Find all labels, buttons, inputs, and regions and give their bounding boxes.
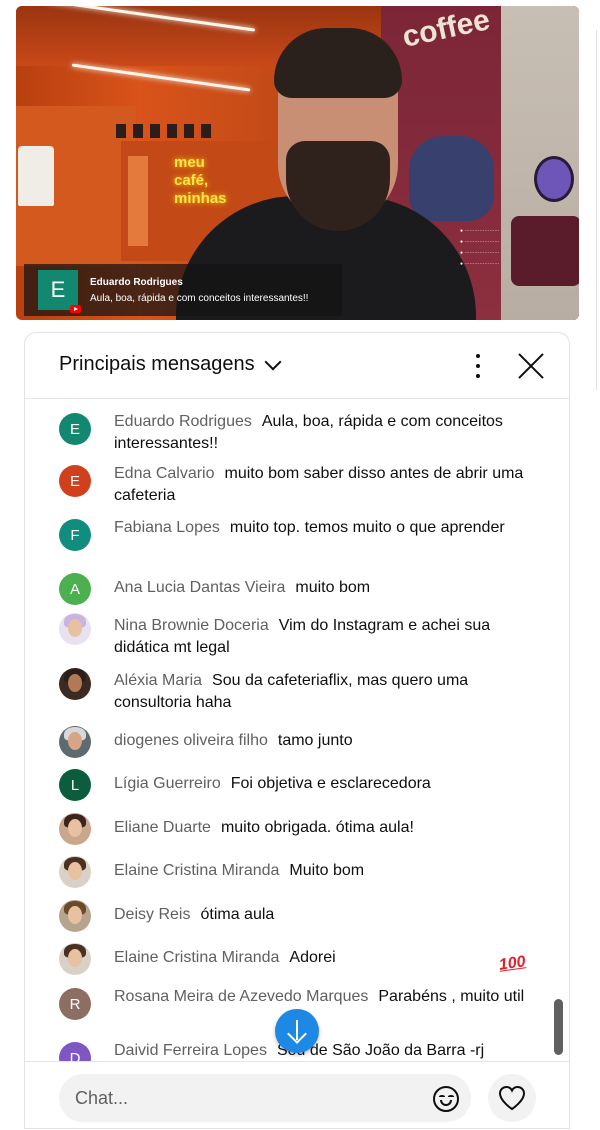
message-text: ótima aula	[200, 906, 275, 923]
message-author[interactable]: Eliane Duarte	[114, 819, 211, 836]
youtube-icon	[70, 305, 81, 313]
heart-icon	[498, 1085, 526, 1111]
chat-mode-dropdown[interactable]: Principais mensagens	[59, 353, 282, 376]
message-author[interactable]: Ana Lucia Dantas Vieira	[114, 579, 285, 596]
chat-input-bar	[25, 1061, 569, 1130]
message-list[interactable]: E Eduardo Rodrigues Aula, boa, rápida e c…	[25, 401, 569, 1061]
mural-cat	[409, 136, 494, 221]
scroll-to-bottom-button[interactable]	[275, 1009, 319, 1053]
avatar[interactable]: D	[59, 1042, 91, 1061]
list-item: E Eduardo Rodrigues Aula, boa, rápida e c…	[59, 411, 529, 455]
scrollbar[interactable]	[554, 999, 563, 1055]
overlay-message: Aula, boa, rápida e com conceitos intere…	[90, 292, 309, 304]
message-text: Foi objetiva e esclarecedora	[230, 775, 431, 792]
list-item: F Fabiana Lopes muito top. temos muito o …	[59, 517, 529, 551]
message-text: Parabéns , muito util	[378, 988, 525, 1005]
avatar[interactable]: E	[59, 413, 91, 445]
ceiling-light	[71, 63, 251, 92]
message-text: muito bom	[295, 579, 371, 596]
mural-bulb	[534, 156, 574, 202]
chat-input[interactable]	[59, 1074, 471, 1122]
message-text: Adorei	[289, 949, 336, 966]
message-author[interactable]: Elaine Cristina Miranda	[114, 949, 279, 966]
list-item: diogenes oliveira filho tamo junto	[59, 726, 529, 758]
more-options-icon[interactable]	[468, 354, 488, 378]
list-item: L Lígia Guerreiro Foi objetiva e esclarec…	[59, 769, 529, 801]
message-author[interactable]: Deisy Reis	[114, 906, 190, 923]
list-item: Aléxia Maria Sou da cafeteriaflix, mas qu…	[59, 668, 529, 714]
neon-sign: meu café, minhas	[174, 154, 227, 207]
wall-pictures	[116, 124, 211, 138]
avatar[interactable]	[59, 900, 91, 932]
chat-mode-label: Principais mensagens	[59, 353, 255, 375]
avatar[interactable]	[59, 668, 91, 700]
message-author[interactable]: diogenes oliveira filho	[114, 732, 268, 749]
list-item: Elaine Cristina Miranda Adorei	[59, 943, 529, 975]
message-text: Muito bom	[289, 862, 365, 879]
message-author[interactable]: Edna Calvario	[114, 465, 215, 482]
list-item: Elaine Cristina Miranda Muito bom	[59, 856, 529, 888]
message-text: muito obrigada. ótima aula!	[220, 819, 414, 836]
divider	[596, 30, 597, 390]
heart-button[interactable]	[488, 1074, 536, 1122]
chat-header: Principais mensagens	[25, 333, 569, 399]
avatar[interactable]: R	[59, 988, 91, 1020]
list-item: E Edna Calvario muito bom saber disso ant…	[59, 463, 529, 507]
message-author[interactable]: Fabiana Lopes	[114, 519, 220, 536]
overlay-author: Eduardo Rodrigues	[90, 276, 183, 288]
list-item: A Ana Lucia Dantas Vieira muito bom	[59, 573, 529, 605]
avatar[interactable]: F	[59, 519, 91, 551]
message-author[interactable]: Lígia Guerreiro	[114, 775, 221, 792]
avatar[interactable]	[59, 613, 91, 645]
live-chat-panel: Principais mensagens E Eduardo Rodrigues…	[24, 332, 570, 1129]
message-author[interactable]: Aléxia Maria	[114, 672, 202, 689]
avatar[interactable]	[59, 856, 91, 888]
avatar[interactable]: E	[59, 465, 91, 497]
list-item: Eliane Duarte muito obrigada. ótima aula!	[59, 813, 529, 845]
message-author[interactable]: Daivid Ferreira Lopes	[114, 1042, 267, 1059]
avatar[interactable]	[59, 943, 91, 975]
avatar[interactable]: A	[59, 573, 91, 605]
live-video-player[interactable]: meu café, minhas coffee ● ··············…	[16, 6, 579, 320]
message-text: tamo junto	[277, 732, 353, 749]
message-author[interactable]: Nina Brownie Doceria	[114, 617, 269, 634]
highlighted-message-overlay: E Eduardo Rodrigues Aula, boa, rápida e …	[24, 264, 342, 316]
door	[128, 156, 148, 246]
in-video-chat-overlay: ● ····················· ● ··············…	[460, 228, 500, 267]
chevron-down-icon	[264, 353, 282, 370]
hundred-points-emoji: 100	[497, 953, 527, 974]
message-author[interactable]: Elaine Cristina Miranda	[114, 862, 279, 879]
list-item: Nina Brownie Doceria Vim do Instagram e a…	[59, 613, 529, 659]
message-author[interactable]: Eduardo Rodrigues	[114, 413, 252, 430]
list-item: Deisy Reis ótima aula	[59, 900, 529, 932]
tshirt	[18, 146, 54, 206]
overlay-avatar: E	[38, 270, 81, 313]
message-author[interactable]: Rosana Meira de Azevedo Marques	[114, 988, 368, 1005]
message-text: muito top. temos muito o que aprender	[229, 519, 505, 536]
avatar[interactable]: L	[59, 769, 91, 801]
close-icon[interactable]	[516, 351, 546, 381]
emoji-icon[interactable]	[433, 1086, 459, 1112]
avatar[interactable]	[59, 726, 91, 758]
avatar[interactable]	[59, 813, 91, 845]
